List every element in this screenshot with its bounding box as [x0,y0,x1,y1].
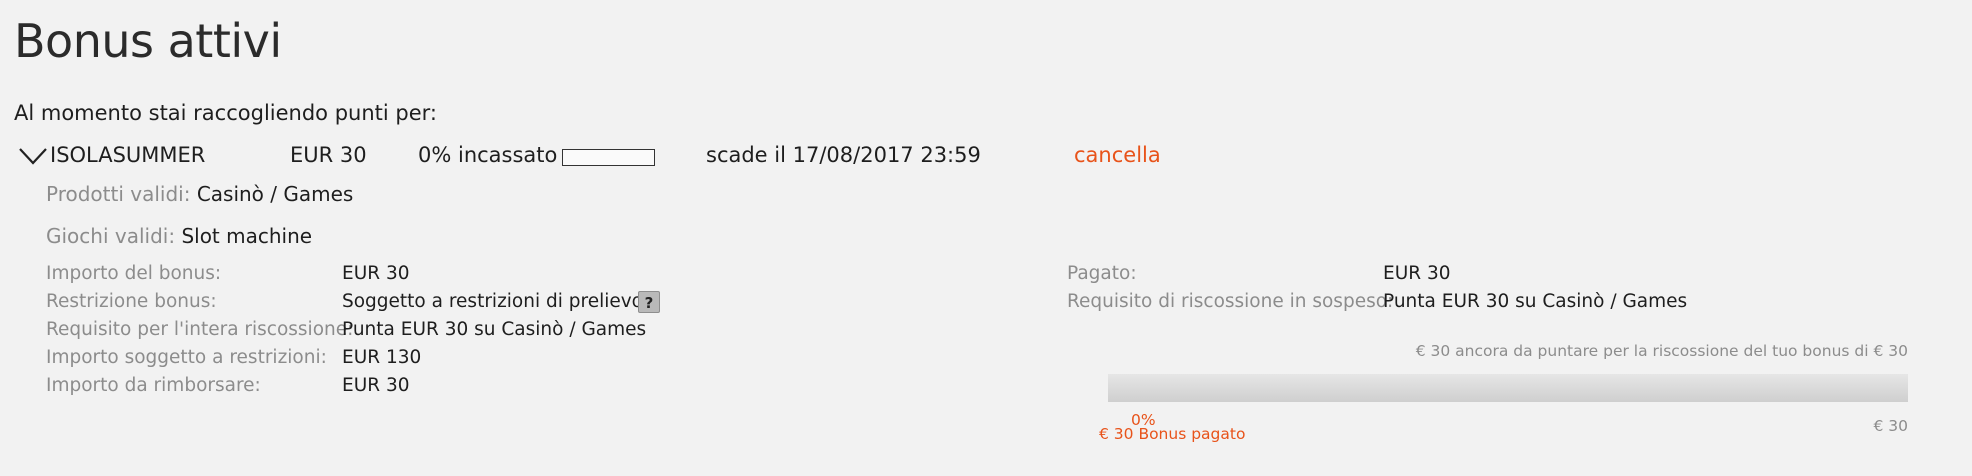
bonus-paid-label: € 30 Bonus pagato [1099,425,1246,443]
cancel-link[interactable]: cancella [1074,143,1161,167]
detail-value: Punta EUR 30 su Casinò / Games [342,319,647,340]
valid-games: Giochi validi: Slot machine [46,224,312,248]
bonus-amount: EUR 30 [290,143,367,167]
detail-label: Importo del bonus: [46,263,222,284]
valid-products-label: Prodotti validi: [46,182,191,206]
wager-progress-bar [1108,374,1908,402]
detail-label: Pagato: [1067,263,1137,284]
detail-value: EUR 30 [342,375,410,396]
cashed-progress-bar [562,149,655,166]
valid-games-label: Giochi validi: [46,224,176,248]
detail-value: EUR 130 [342,347,422,368]
detail-label: Importo soggetto a restrizioni: [46,347,327,368]
valid-products-value: Casinò / Games [196,182,354,206]
detail-value: Soggetto a restrizioni di prelievo [342,291,644,312]
help-button[interactable]: ? [638,291,660,313]
detail-value: EUR 30 [1383,263,1451,284]
bonus-name[interactable]: ISOLASUMMER [50,143,205,167]
detail-label: Importo da rimborsare: [46,375,261,396]
wager-max-label: € 30 [1873,417,1908,435]
detail-value: Punta EUR 30 su Casinò / Games [1383,291,1688,312]
detail-value: EUR 30 [342,263,410,284]
bonus-cashed: 0% incassato [418,143,558,167]
wager-note: € 30 ancora da puntare per la riscossion… [1415,342,1908,360]
chevron-down-icon[interactable] [18,146,48,166]
detail-label: Requisito per l'intera riscossione: [46,319,354,340]
detail-label: Requisito di riscossione in sospeso: [1067,291,1394,312]
page-title: Bonus attivi [14,14,282,68]
valid-games-value: Slot machine [181,224,313,248]
bonus-expiry: scade il 17/08/2017 23:59 [706,143,981,167]
detail-label: Restrizione bonus: [46,291,217,312]
intro-text: Al momento stai raccogliendo punti per: [14,101,437,125]
valid-products: Prodotti validi: Casinò / Games [46,182,353,206]
